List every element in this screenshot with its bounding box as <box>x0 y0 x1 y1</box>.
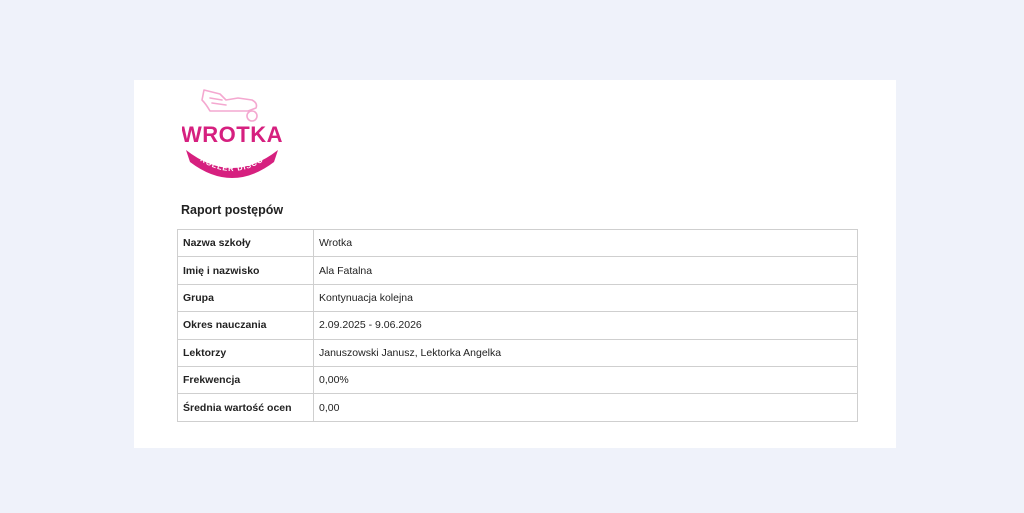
row-value: 2.09.2025 - 9.06.2026 <box>313 311 858 340</box>
row-value: Ala Fatalna <box>313 256 858 285</box>
row-value: Kontynuacja kolejna <box>313 283 858 313</box>
row-label: Średnia wartość ocen <box>177 393 314 422</box>
row-label: Frekwencja <box>177 365 314 395</box>
table-row: Nazwa szkoły Wrotka <box>177 228 858 258</box>
row-value: 0,00 <box>313 393 858 422</box>
report-title: Raport postępów <box>181 203 284 217</box>
row-label: Okres nauczania <box>177 311 314 340</box>
table-row: Grupa Kontynuacja kolejna <box>177 283 858 313</box>
report-card: WROTKA ROLLER DISCO Raport postępów Nazw… <box>134 80 896 448</box>
row-label: Grupa <box>177 283 314 313</box>
wrotka-roller-disco-logo: WROTKA ROLLER DISCO <box>182 89 282 178</box>
table-row: Średnia wartość ocen 0,00 <box>177 393 858 422</box>
row-value: Januszowski Janusz, Lektorka Angelka <box>313 338 858 367</box>
report-table: Nazwa szkoły Wrotka Imię i nazwisko Ala … <box>177 228 858 422</box>
row-label: Imię i nazwisko <box>177 256 314 285</box>
table-row: Frekwencja 0,00% <box>177 365 858 395</box>
row-value: Wrotka <box>313 228 858 258</box>
logo-ribbon <box>186 150 278 178</box>
row-label: Nazwa szkoły <box>177 228 314 258</box>
logo-brand-text: WROTKA <box>182 122 282 147</box>
table-row: Okres nauczania 2.09.2025 - 9.06.2026 <box>177 311 858 340</box>
roller-skate-icon <box>201 89 258 122</box>
row-value: 0,00% <box>313 365 858 395</box>
row-label: Lektorzy <box>177 338 314 367</box>
table-row: Imię i nazwisko Ala Fatalna <box>177 256 858 285</box>
table-row: Lektorzy Januszowski Janusz, Lektorka An… <box>177 338 858 367</box>
